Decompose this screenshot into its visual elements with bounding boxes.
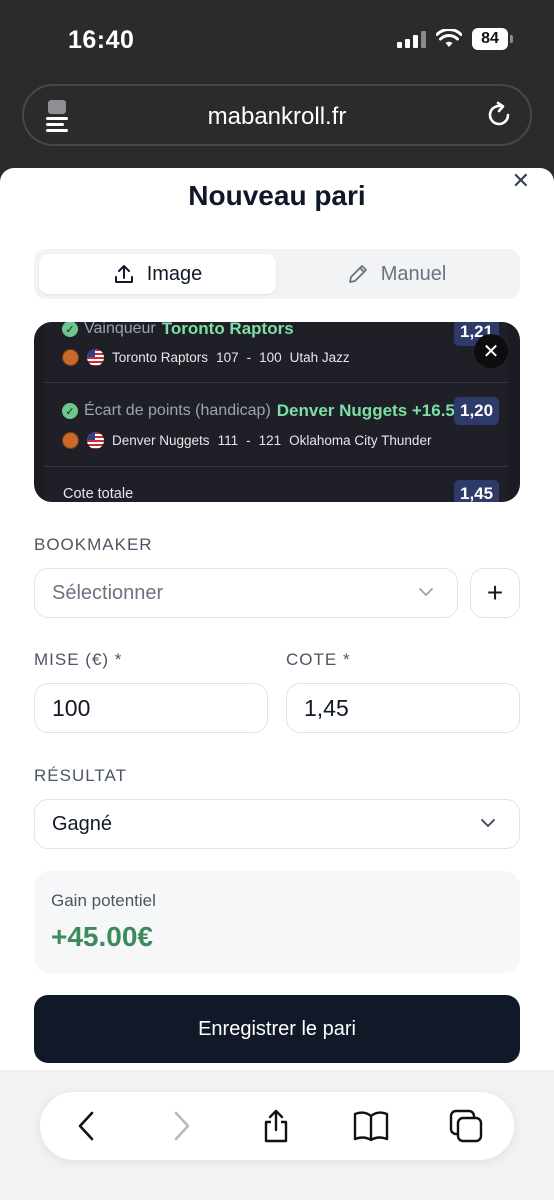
match-away: Oklahoma City Thunder xyxy=(289,433,432,448)
wifi-icon xyxy=(436,29,462,47)
basketball-icon xyxy=(62,432,79,449)
result-select[interactable]: Gagné xyxy=(34,799,520,849)
chevron-down-icon xyxy=(481,819,495,827)
bet-slip-image-preview: ✓ Vainqueur Toronto Raptors 1,21 Toronto… xyxy=(34,322,520,502)
check-icon: ✓ xyxy=(62,403,78,419)
tab-manuel-label: Manuel xyxy=(380,262,447,285)
address-bar[interactable]: mabankroll.fr xyxy=(22,84,532,146)
bet-pick: Denver Nuggets +16.5 xyxy=(276,401,455,420)
browser-bottom-area xyxy=(0,1070,554,1200)
bookmarks-icon[interactable] xyxy=(352,1108,390,1144)
result-value: Gagné xyxy=(52,812,113,835)
bet-odd: 1,20 xyxy=(454,397,500,425)
remove-image-button[interactable]: ✕ xyxy=(474,334,508,368)
potential-gain-value: +45.00€ xyxy=(51,921,153,952)
forward-icon[interactable] xyxy=(164,1108,198,1144)
potential-gain-label: Gain potentiel xyxy=(51,891,156,910)
potential-gain-box: Gain potentiel +45.00€ xyxy=(34,871,520,973)
total-odd: 1,45 xyxy=(454,480,500,502)
total-odds-label: Cote totale xyxy=(63,486,134,502)
match-score-away: 100 xyxy=(259,350,282,365)
match-score-away: 121 xyxy=(258,433,282,448)
cellular-signal-icon xyxy=(397,30,426,48)
stake-input[interactable]: 100 xyxy=(34,683,268,733)
match-score-home: 107 xyxy=(216,350,239,365)
odds-input[interactable]: 1,45 xyxy=(286,683,520,733)
reload-icon[interactable] xyxy=(484,100,514,130)
stake-label: MISE (€) * xyxy=(34,650,123,669)
mode-tabs: Image Manuel xyxy=(34,249,520,299)
check-icon: ✓ xyxy=(62,322,78,337)
match-line-1: Toronto Raptors 107 - 100 Utah Jazz xyxy=(62,349,350,366)
divider xyxy=(44,466,508,467)
chevron-down-icon xyxy=(419,588,433,596)
bet-market: Écart de points (handicap) xyxy=(84,402,271,419)
odds-value: 1,45 xyxy=(304,694,349,721)
match-score-sep: - xyxy=(246,433,251,448)
bet-line-1: ✓ Vainqueur Toronto Raptors xyxy=(62,322,294,339)
match-score-sep: - xyxy=(246,350,252,365)
tab-image-label: Image xyxy=(146,262,203,285)
odds-label: COTE * xyxy=(286,650,351,669)
match-away: Utah Jazz xyxy=(289,350,350,365)
add-bookmaker-button[interactable]: + xyxy=(470,568,520,618)
page-title: Nouveau pari xyxy=(188,180,366,211)
usa-flag-icon xyxy=(87,349,104,366)
basketball-icon xyxy=(62,349,79,366)
stake-value: 100 xyxy=(52,694,91,721)
bookmaker-placeholder: Sélectionner xyxy=(52,581,164,604)
back-icon[interactable] xyxy=(70,1108,104,1144)
upload-icon xyxy=(114,265,133,283)
tab-image[interactable]: Image xyxy=(39,254,276,294)
match-line-2: Denver Nuggets 111 - 121 Oklahoma City T… xyxy=(62,432,431,449)
tab-manuel[interactable]: Manuel xyxy=(278,254,515,294)
bookmaker-select[interactable]: Sélectionner xyxy=(34,568,458,618)
divider xyxy=(44,382,508,383)
save-bet-button[interactable]: Enregistrer le pari xyxy=(34,995,520,1063)
close-icon: ✕ xyxy=(482,340,500,363)
share-icon[interactable] xyxy=(258,1108,294,1144)
battery-indicator: 84 xyxy=(472,28,513,50)
match-home: Denver Nuggets xyxy=(112,433,210,448)
status-icons: 84 xyxy=(397,28,513,50)
bookmaker-label: BOOKMAKER xyxy=(34,535,153,554)
usa-flag-icon xyxy=(87,432,104,449)
tabs-icon[interactable] xyxy=(448,1108,484,1144)
result-label: RÉSULTAT xyxy=(34,766,128,785)
new-bet-sheet: ✕ Nouveau pari Image Manuel ✓ Vainqueur … xyxy=(0,168,554,1070)
browser-toolbar xyxy=(40,1092,514,1160)
bet-pick: Toronto Raptors xyxy=(161,322,294,338)
match-score-home: 111 xyxy=(217,433,239,448)
url-text: mabankroll.fr xyxy=(207,103,347,130)
status-time: 16:40 xyxy=(68,26,135,54)
status-bar: 16:40 84 xyxy=(0,0,554,80)
match-home: Toronto Raptors xyxy=(112,350,209,365)
bet-line-2: ✓ Écart de points (handicap) Denver Nugg… xyxy=(62,401,455,421)
bet-market: Vainqueur xyxy=(84,322,156,337)
pencil-icon xyxy=(348,265,367,283)
